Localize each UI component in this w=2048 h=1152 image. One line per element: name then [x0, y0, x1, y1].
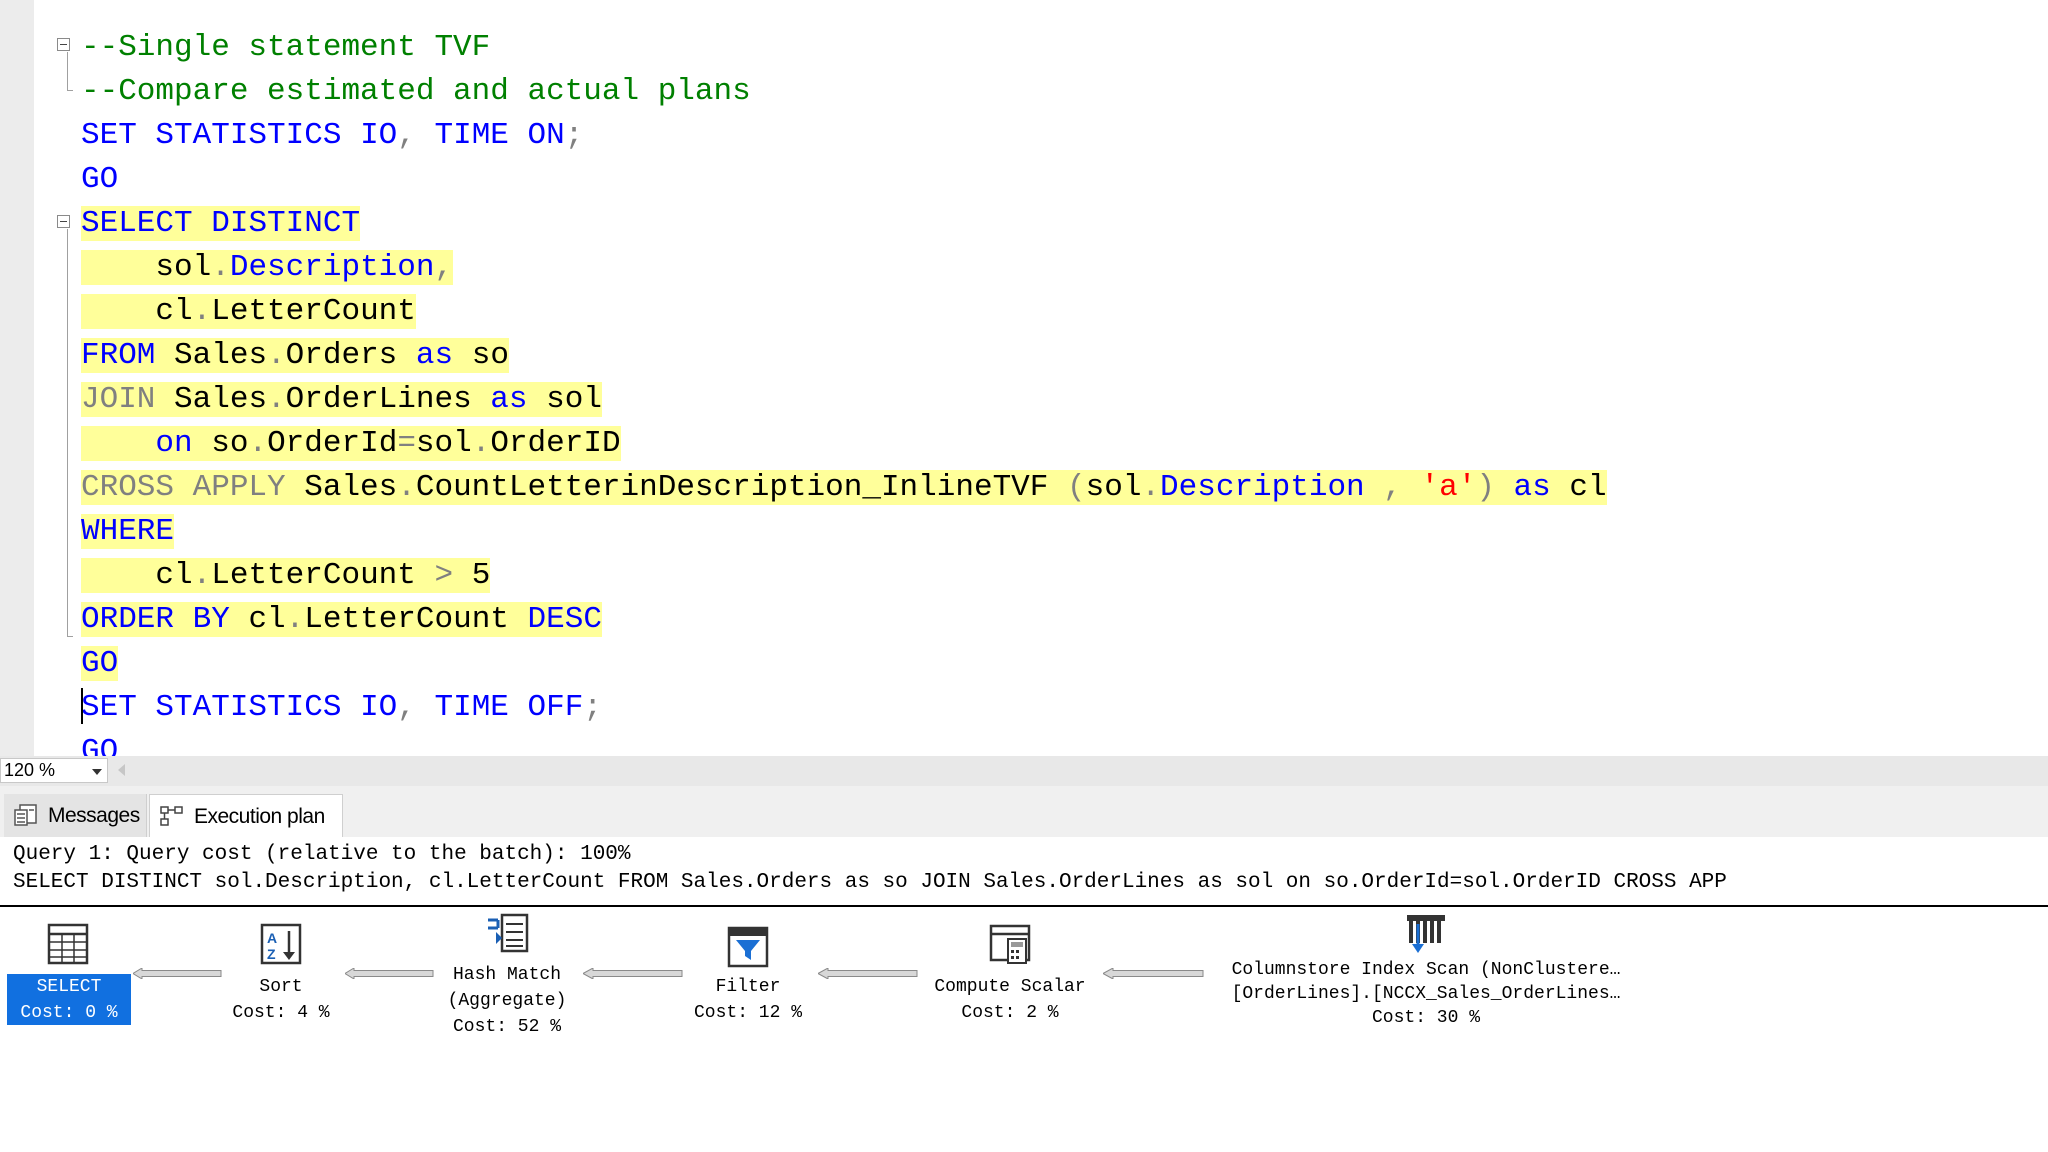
operator-columnstore-index-scan[interactable]: Columnstore Index Scan (NonClustere… [Or… [1206, 958, 1646, 1030]
execution-plan-icon [160, 806, 183, 826]
query-cost-header: Query 1: Query cost (relative to the bat… [13, 843, 631, 866]
dataflow-arrow [818, 968, 918, 979]
messages-icon [14, 804, 37, 826]
sql-text: GO [81, 162, 119, 197]
fold-toggle-comment[interactable] [57, 38, 70, 51]
columnstore-index-scan-icon[interactable] [1404, 912, 1448, 956]
code-line-9: JOIN Sales.OrderLines as sol [81, 378, 602, 422]
chevron-down-icon[interactable] [92, 769, 102, 775]
hash-match-icon[interactable] [486, 912, 530, 956]
operator-filter[interactable]: Filter Cost: 12 % [688, 974, 808, 1026]
code-line-14: ORDER BY cl.LetterCount DESC [81, 598, 602, 642]
operator-name: Columnstore Index Scan (NonClustere… [1231, 960, 1621, 980]
svg-text:Z: Z [267, 946, 276, 962]
tab-execution-plan[interactable]: Execution plan [149, 794, 343, 837]
code-line-12: WHERE [81, 510, 175, 554]
sql-text: cl.LetterCount [81, 294, 416, 329]
operator-hash-match[interactable]: Hash Match (Aggregate) Cost: 52 % [432, 962, 582, 1040]
sql-text: CROSS APPLY Sales.CountLetterinDescripti… [81, 470, 1607, 505]
sql-text: SELECT DISTINCT [81, 206, 361, 241]
operator-cost: Cost: 0 % [20, 1003, 118, 1023]
operator-detail: (Aggregate) [447, 991, 567, 1011]
sql-text: GO [81, 734, 119, 756]
sql-text: ORDER BY cl.LetterCount DESC [81, 602, 602, 637]
dataflow-arrow [1103, 968, 1204, 979]
divider [0, 905, 2048, 907]
sql-text: sol.Description, [81, 250, 454, 285]
code-line-15: GO [81, 642, 119, 686]
zoom-value: 120 % [4, 760, 56, 780]
code-line-8: FROM Sales.Orders as so [81, 334, 509, 378]
operator-cost: Cost: 52 % [452, 1017, 562, 1037]
operator-cost: Cost: 2 % [961, 1003, 1059, 1023]
fold-guide [67, 229, 68, 636]
operator-name: Sort [259, 977, 303, 997]
code-line-5: SELECT DISTINCT [81, 202, 361, 246]
sql-text: SET STATISTICS IO, TIME OFF; [81, 690, 602, 725]
operator-name: Hash Match [452, 965, 562, 985]
sql-text: JOIN Sales.OrderLines as sol [81, 382, 602, 417]
scroll-left-arrow-icon[interactable] [118, 764, 125, 776]
sql-text: FROM Sales.Orders as so [81, 338, 509, 373]
code-line-1: --Single statement TVF [81, 26, 490, 70]
comment-text: --Single statement TVF [81, 30, 491, 65]
operator-cost: Cost: 12 % [693, 1003, 803, 1023]
editor-gutter [0, 0, 34, 756]
operator-sort[interactable]: Sort Cost: 4 % [226, 974, 336, 1026]
code-line-6: sol.Description, [81, 246, 454, 290]
splitter[interactable] [0, 786, 2048, 794]
sql-text: WHERE [81, 514, 175, 549]
code-line-10: on so.OrderId=sol.OrderID [81, 422, 621, 466]
operator-cost: Cost: 30 % [1371, 1008, 1481, 1028]
fold-toggle-select[interactable] [57, 215, 70, 228]
operator-name: Compute Scalar [934, 977, 1086, 997]
code-line-7: cl.LetterCount [81, 290, 416, 334]
dataflow-arrow [583, 968, 683, 979]
dataflow-arrow [133, 968, 222, 979]
svg-text:A: A [267, 930, 277, 946]
query-text: SELECT DISTINCT sol.Description, cl.Lett… [13, 871, 1727, 894]
results-tabs: Messages Execution plan [0, 794, 2048, 839]
zoom-select[interactable]: 120 % [0, 758, 108, 783]
sql-text: on so.OrderId=sol.OrderID [81, 426, 621, 461]
code-line-17: GO [81, 730, 118, 756]
select-icon[interactable] [46, 922, 90, 966]
tab-messages-label: Messages [48, 804, 140, 827]
query-editor[interactable]: --Single statement TVF --Compare estimat… [0, 0, 2048, 756]
tab-messages[interactable]: Messages [4, 794, 147, 837]
filter-icon[interactable] [726, 925, 770, 969]
code-line-3: SET STATISTICS IO, TIME ON; [81, 114, 583, 158]
code-line-4: GO [81, 158, 118, 202]
compute-scalar-icon[interactable] [988, 923, 1032, 967]
text-cursor [81, 688, 83, 724]
fold-guide-end [67, 90, 73, 91]
code-line-2: --Compare estimated and actual plans [81, 70, 751, 114]
code-line-16: SET STATISTICS IO, TIME OFF; [81, 686, 602, 730]
operator-detail: [OrderLines].[NCCX_Sales_OrderLines… [1231, 984, 1621, 1004]
operator-name: SELECT [36, 977, 102, 997]
tab-execution-plan-label: Execution plan [194, 805, 325, 828]
fold-guide-end [67, 636, 73, 637]
operator-compute-scalar[interactable]: Compute Scalar Cost: 2 % [915, 974, 1105, 1026]
code-line-13: cl.LetterCount > 5 [81, 554, 491, 598]
sql-text: cl.LetterCount > 5 [81, 558, 491, 593]
editor-status-bar: 120 % [0, 756, 2048, 786]
code-line-11: CROSS APPLY Sales.CountLetterinDescripti… [81, 466, 1607, 510]
operator-name: Filter [715, 977, 781, 997]
fold-guide [67, 52, 68, 90]
sql-text: SET STATISTICS IO, TIME ON; [81, 118, 584, 153]
sort-icon[interactable]: A Z [259, 922, 303, 966]
dataflow-arrow [345, 968, 434, 979]
operator-cost: Cost: 4 % [232, 1003, 330, 1023]
operator-select[interactable]: SELECT Cost: 0 % [7, 974, 131, 1026]
comment-text: --Compare estimated and actual plans [81, 74, 751, 109]
sql-text: GO [81, 646, 119, 681]
